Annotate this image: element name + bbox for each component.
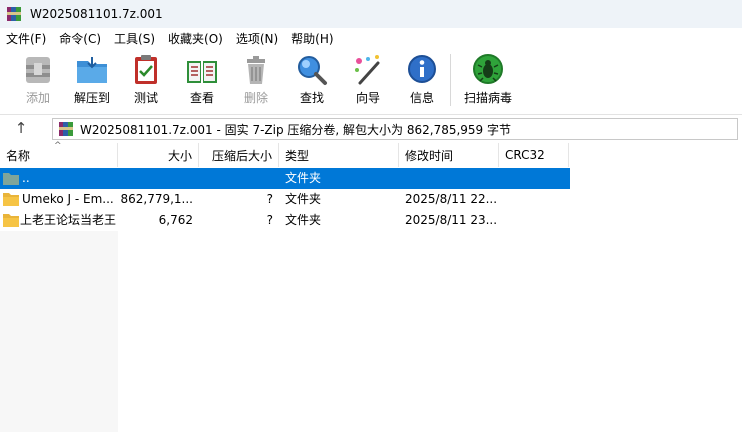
row-packed (199, 168, 273, 189)
menu-tools[interactable]: 工具(S) (108, 30, 162, 47)
magic-wand-icon (355, 55, 380, 85)
test-label: 测试 (133, 91, 158, 105)
extract-folder-icon (77, 57, 107, 83)
find-button[interactable]: 查找 (284, 51, 340, 111)
extract-to-button[interactable]: 解压到 (64, 51, 120, 111)
toolbar-separator (450, 54, 451, 106)
scan-virus-label: 扫描病毒 (463, 91, 512, 105)
test-button[interactable]: 测试 (118, 51, 174, 111)
table-row[interactable]: .. 文件夹 (0, 168, 570, 189)
scan-virus-button[interactable]: 扫描病毒 (458, 51, 518, 111)
row-modified: 2025/8/11 23... (405, 213, 497, 227)
row-name: Umeko J - Em... (22, 192, 114, 206)
column-type-label: 类型 (285, 148, 310, 163)
title-bar: W2025081101.7z.001 (0, 0, 742, 28)
row-packed: ? (266, 192, 273, 206)
add-label: 添加 (25, 91, 50, 105)
extract-to-label: 解压到 (73, 91, 110, 105)
row-size: 862,779,1... (120, 192, 193, 206)
folder-icon (3, 214, 19, 227)
column-name-label: 名称 (6, 148, 31, 163)
view-label: 查看 (189, 91, 214, 105)
archive-path-text: W2025081101.7z.001 - 固实 7-Zip 压缩分卷, 解包大小… (80, 122, 512, 137)
table-row[interactable]: Umeko J - Em... 862,779,1... ? 文件夹 2025/… (0, 189, 570, 210)
up-arrow-icon[interactable]: ↑ (10, 119, 32, 139)
row-size (118, 168, 193, 189)
virus-scan-icon (473, 54, 503, 84)
list-empty-area[interactable] (0, 231, 118, 432)
row-type: 文件夹 (285, 192, 322, 206)
winrar-app-icon[interactable] (6, 6, 22, 22)
column-header-packed[interactable]: 压缩后大小 (199, 143, 279, 167)
file-list: 名称 ^ 大小 压缩后大小 类型 修改时间 CRC32 .. 文件夹 Umeko… (0, 141, 742, 432)
column-size-label: 大小 (167, 148, 192, 163)
find-label: 查找 (299, 91, 324, 105)
row-modified (405, 168, 497, 189)
row-packed: ? (266, 213, 273, 227)
add-archive-icon (26, 57, 50, 83)
info-icon (408, 55, 436, 83)
column-packed-label: 压缩后大小 (211, 148, 272, 163)
toolbar: 添加 解压到 测试 查看 删除 查找 向导 信息 扫描病毒 (0, 48, 742, 114)
view-book-icon (187, 61, 217, 83)
info-label: 信息 (409, 91, 434, 105)
column-modified-label: 修改时间 (405, 148, 454, 163)
menu-favorites[interactable]: 收藏夹(O) (162, 30, 230, 47)
path-box[interactable]: W2025081101.7z.001 - 固实 7-Zip 压缩分卷, 解包大小… (52, 118, 738, 140)
address-bar: ↑ W2025081101.7z.001 - 固实 7-Zip 压缩分卷, 解包… (0, 114, 742, 143)
window-title: W2025081101.7z.001 (30, 7, 163, 21)
row-type: 文件夹 (285, 213, 322, 227)
menu-bar: 文件(F) 命令(C) 工具(S) 收藏夹(O) 选项(N) 帮助(H) (0, 28, 742, 48)
magnifier-icon (298, 56, 327, 85)
menu-commands[interactable]: 命令(C) (53, 30, 108, 47)
wizard-label: 向导 (355, 91, 380, 105)
row-name: 上老王论坛当老王 (20, 213, 117, 227)
delete-button[interactable]: 删除 (228, 51, 284, 111)
menu-options[interactable]: 选项(N) (230, 30, 285, 47)
table-row[interactable]: 上老王论坛当老王 6,762 ? 文件夹 2025/8/11 23... (0, 210, 570, 231)
delete-label: 删除 (243, 91, 268, 105)
test-clipboard-icon (135, 55, 157, 84)
column-header-type[interactable]: 类型 (279, 143, 399, 167)
row-name: .. (22, 171, 30, 185)
folder-icon (3, 193, 19, 206)
trash-icon (247, 56, 265, 84)
menu-help[interactable]: 帮助(H) (285, 30, 340, 47)
row-type: 文件夹 (285, 171, 322, 185)
parent-folder-icon (3, 173, 19, 185)
row-size: 6,762 (158, 213, 193, 227)
sort-ascending-icon: ^ (54, 141, 62, 151)
column-header-name[interactable]: 名称 ^ (0, 141, 118, 167)
column-header-modified[interactable]: 修改时间 (399, 143, 499, 167)
wizard-button[interactable]: 向导 (340, 51, 396, 111)
column-crc-label: CRC32 (505, 148, 545, 162)
view-button[interactable]: 查看 (174, 51, 230, 111)
add-button[interactable]: 添加 (10, 51, 66, 111)
column-header-crc[interactable]: CRC32 (499, 143, 569, 167)
row-modified: 2025/8/11 22... (405, 192, 497, 206)
menu-file[interactable]: 文件(F) (0, 30, 53, 47)
archive-icon (59, 122, 73, 136)
info-button[interactable]: 信息 (394, 51, 450, 111)
column-header-size[interactable]: 大小 (118, 143, 199, 167)
